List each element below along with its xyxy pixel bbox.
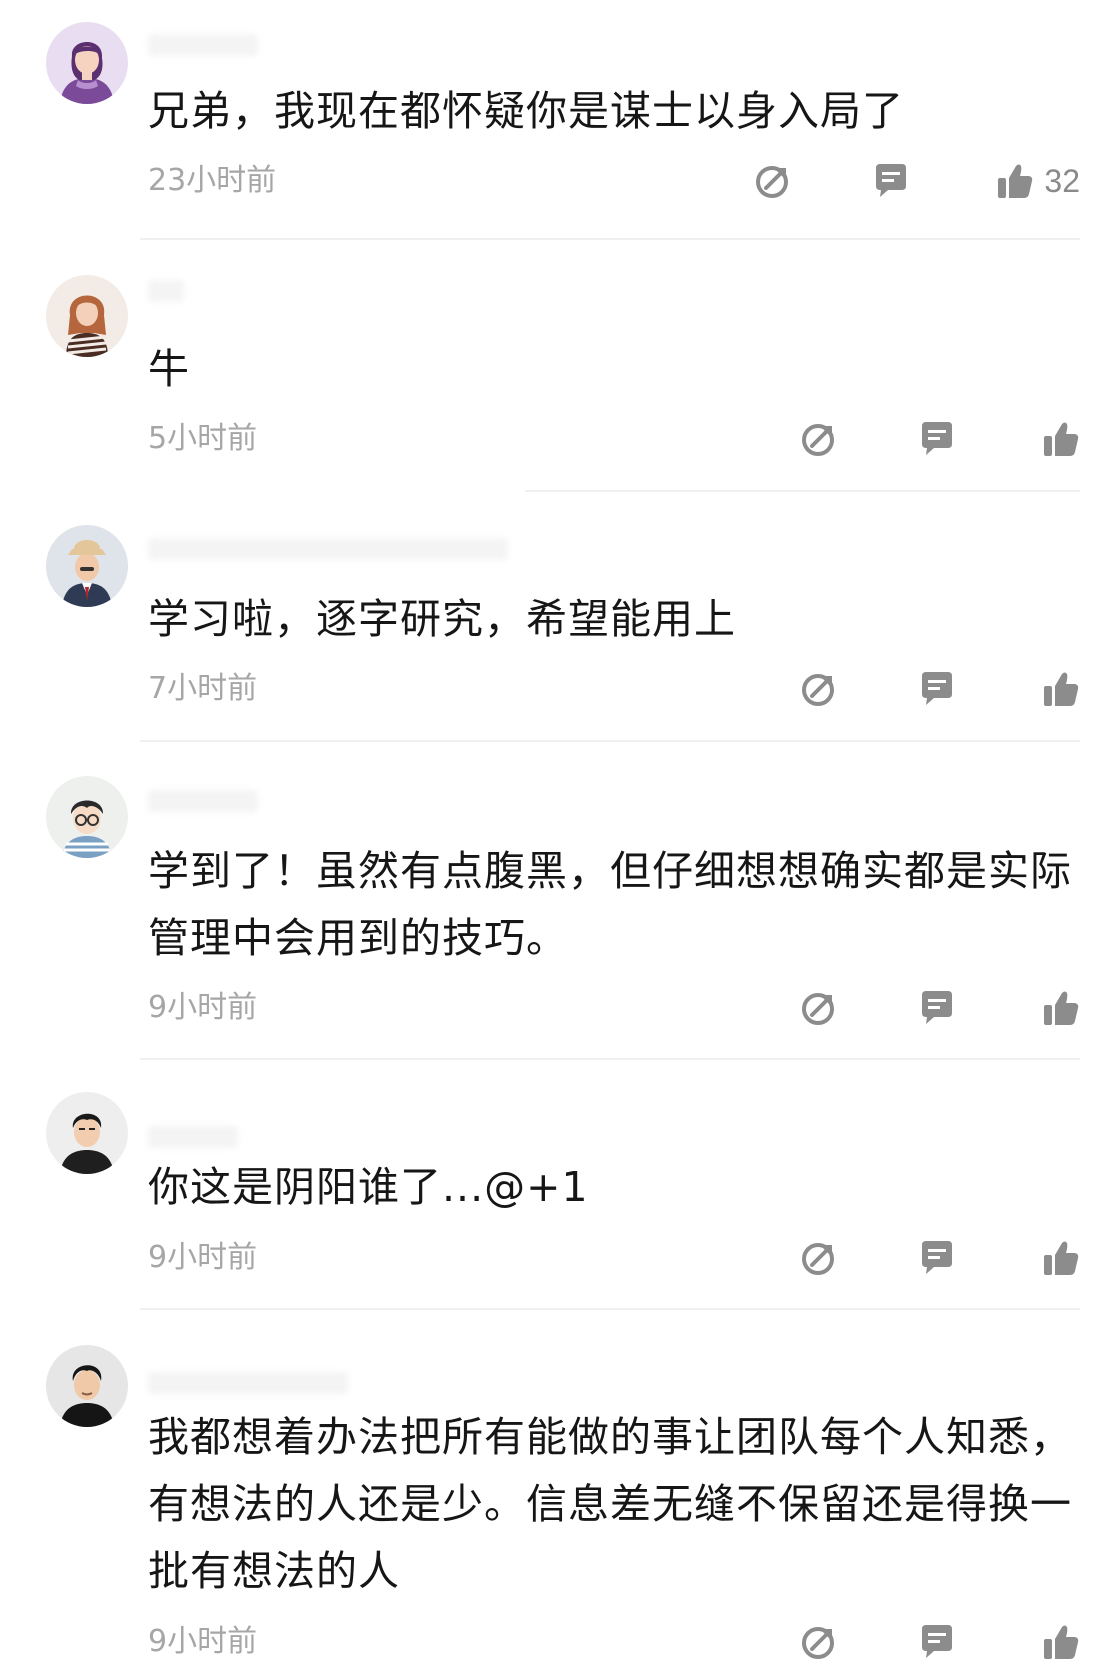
comment-text: 牛 xyxy=(148,345,190,393)
reply-button[interactable] xyxy=(918,420,956,458)
share-icon xyxy=(802,674,834,706)
user-avatar[interactable] xyxy=(46,1345,128,1427)
share-icon xyxy=(802,1243,834,1275)
comment-bubble-icon xyxy=(922,1241,952,1274)
like-button[interactable] xyxy=(1042,670,1080,708)
woman-purple-avatar-icon xyxy=(46,22,128,104)
comment-text: 你这是阴阳谁了...@+1 xyxy=(148,1163,589,1211)
username-blurred[interactable] xyxy=(148,790,258,812)
user-avatar[interactable] xyxy=(46,525,128,607)
user-avatar[interactable] xyxy=(46,275,128,357)
comment-bubble-icon xyxy=(922,422,952,455)
thumbs-up-icon xyxy=(1044,991,1079,1025)
like-button[interactable] xyxy=(1042,1239,1080,1277)
share-icon xyxy=(802,993,834,1025)
divider xyxy=(140,238,1080,240)
share-button[interactable] xyxy=(800,420,838,458)
comment-text: 学习啦，逐字研究，希望能用上 xyxy=(148,595,736,643)
username-blurred[interactable] xyxy=(148,1126,238,1148)
comment-text: 兄弟，我现在都怀疑你是谋士以身入局了 xyxy=(148,87,904,135)
share-icon xyxy=(802,1627,834,1659)
man-black-shirt-avatar-icon xyxy=(46,1092,128,1174)
share-button[interactable] xyxy=(800,989,838,1027)
comment-bubble-icon xyxy=(922,672,952,705)
like-button[interactable]: 32 xyxy=(996,162,1080,200)
comment-time: 23小时前 xyxy=(148,163,277,198)
comment-time: 9小时前 xyxy=(148,1240,258,1275)
username-blurred[interactable] xyxy=(148,538,508,560)
thumbs-up-icon xyxy=(1044,422,1079,456)
share-button[interactable] xyxy=(800,1623,838,1661)
thumbs-up-icon xyxy=(998,164,1033,198)
user-avatar[interactable] xyxy=(46,1092,128,1174)
like-button[interactable] xyxy=(1042,1623,1080,1661)
like-button[interactable] xyxy=(1042,420,1080,458)
comment-actions xyxy=(800,667,1080,711)
comment-bubble-icon xyxy=(876,164,907,197)
thumbs-up-icon xyxy=(1044,1625,1079,1659)
comment-time: 9小时前 xyxy=(148,1624,258,1659)
share-button[interactable] xyxy=(800,1239,838,1277)
woman-longhair-avatar-icon xyxy=(46,275,128,357)
comment-actions xyxy=(800,986,1080,1030)
comment-time: 7小时前 xyxy=(148,671,258,706)
username-blurred[interactable] xyxy=(148,1372,348,1394)
thumbs-up-icon xyxy=(1044,672,1079,706)
like-button[interactable] xyxy=(1042,989,1080,1027)
username-blurred[interactable] xyxy=(148,280,184,302)
comment-actions xyxy=(800,417,1080,461)
divider xyxy=(525,490,1080,492)
reply-button[interactable] xyxy=(872,162,910,200)
user-avatar[interactable] xyxy=(46,776,128,858)
comment-text: 学到了！虽然有点腹黑，但仔细想想确实都是实际管理中会用到的技巧。 xyxy=(148,847,1072,962)
share-icon xyxy=(756,166,789,198)
man-suit-avatar-icon xyxy=(46,1345,128,1427)
divider xyxy=(140,1058,1080,1060)
comment-actions xyxy=(800,1236,1080,1280)
reply-button[interactable] xyxy=(918,1623,956,1661)
comment-time: 9小时前 xyxy=(148,990,258,1025)
comment-actions xyxy=(800,1620,1080,1664)
like-count: 32 xyxy=(1044,162,1080,199)
divider xyxy=(140,1308,1080,1310)
username-blurred[interactable] xyxy=(148,34,258,56)
share-button[interactable] xyxy=(754,162,792,200)
reply-button[interactable] xyxy=(918,670,956,708)
user-avatar[interactable] xyxy=(46,22,128,104)
comment-time: 5小时前 xyxy=(148,421,258,456)
comment-bubble-icon xyxy=(922,991,952,1024)
man-hat-avatar-icon xyxy=(46,525,128,607)
boy-glasses-avatar-icon xyxy=(46,776,128,858)
divider xyxy=(140,740,1080,742)
reply-button[interactable] xyxy=(918,1239,956,1277)
thumbs-up-icon xyxy=(1044,1241,1079,1275)
comment-actions: 32 xyxy=(754,159,1080,203)
comment-text: 我都想着办法把所有能做的事让团队每个人知悉，有想法的人还是少。信息差无缝不保留还… xyxy=(148,1413,1072,1595)
reply-button[interactable] xyxy=(918,989,956,1027)
share-button[interactable] xyxy=(800,670,838,708)
comment-bubble-icon xyxy=(922,1625,952,1658)
share-icon xyxy=(802,424,834,456)
